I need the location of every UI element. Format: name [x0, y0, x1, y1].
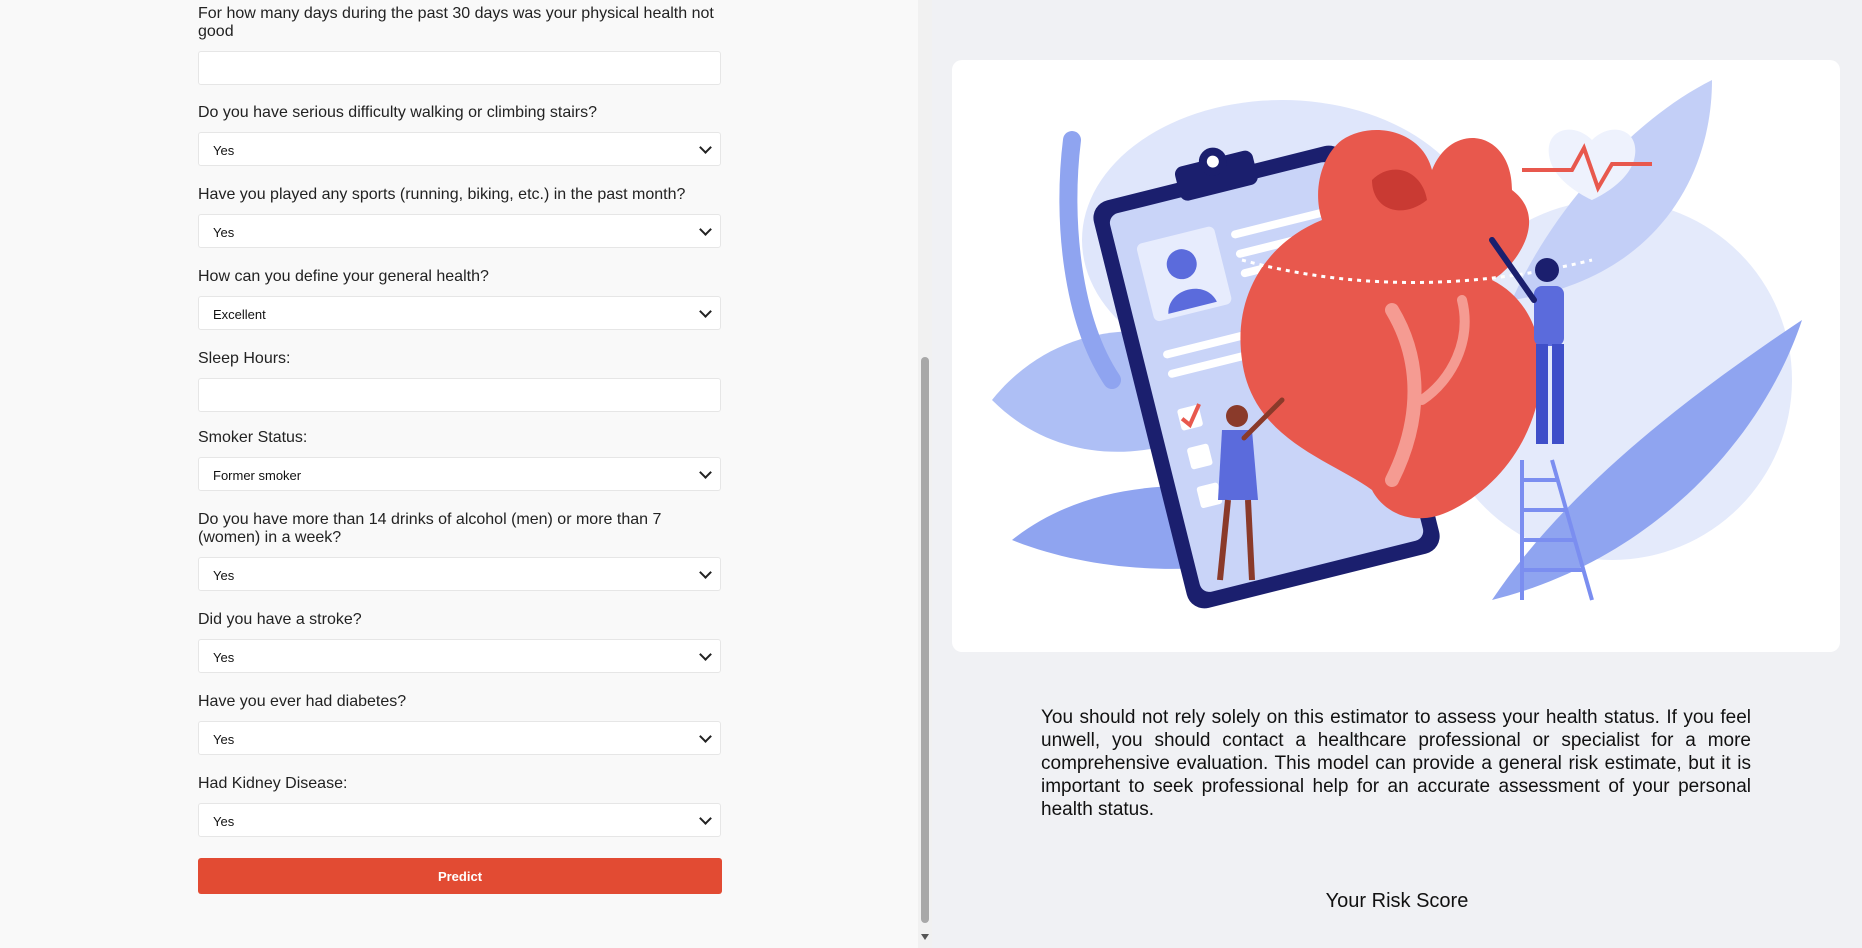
risk-score-title: Your Risk Score	[1325, 890, 1469, 912]
question-diabetes: Have you ever had diabetes?	[198, 693, 407, 710]
question-general-health: How can you define your general health?	[198, 268, 489, 285]
disclaimer-text: You should not rely solely on this estim…	[1041, 707, 1751, 820]
question-difficulty-walking: Do you have serious difficulty walking o…	[198, 104, 597, 121]
info-panel: You should not rely solely on this estim…	[932, 0, 1862, 948]
heart-health-illustration	[992, 80, 1802, 609]
predict-button[interactable]: Predict	[198, 858, 722, 894]
general-health-select[interactable]: Excellent	[198, 296, 721, 330]
question-smoker-status: Smoker Status:	[198, 429, 308, 446]
vertical-scrollbar[interactable]	[918, 0, 932, 948]
diabetes-select[interactable]: Yes	[198, 721, 721, 755]
question-kidney-disease: Had Kidney Disease:	[198, 775, 348, 792]
question-physical-health-days: For how many days during the past 30 day…	[198, 5, 714, 40]
difficulty-walking-select[interactable]: Yes	[198, 132, 721, 166]
kidney-disease-select[interactable]: Yes	[198, 803, 721, 837]
chevron-down-icon	[699, 730, 712, 743]
question-sports: Have you played any sports (running, bik…	[198, 186, 686, 203]
smoker-status-select[interactable]: Former smoker	[198, 457, 721, 491]
scroll-down-arrow-icon[interactable]	[921, 934, 929, 940]
chevron-down-icon	[699, 141, 712, 154]
alcohol-select[interactable]: Yes	[198, 557, 721, 591]
physical-health-days-input[interactable]	[198, 51, 721, 85]
sports-select[interactable]: Yes	[198, 214, 721, 248]
chevron-down-icon	[699, 566, 712, 579]
illustration-card	[952, 60, 1840, 652]
chevron-down-icon	[699, 466, 712, 479]
chevron-down-icon	[699, 812, 712, 825]
chevron-down-icon	[699, 223, 712, 236]
form-panel: For how many days during the past 30 day…	[0, 0, 918, 948]
question-stroke: Did you have a stroke?	[198, 611, 362, 628]
question-alcohol: Do you have more than 14 drinks of alcoh…	[198, 511, 662, 546]
chevron-down-icon	[699, 305, 712, 318]
sleep-hours-input[interactable]	[198, 378, 721, 412]
scrollbar-thumb[interactable]	[921, 357, 929, 923]
stroke-select[interactable]: Yes	[198, 639, 721, 673]
question-sleep-hours: Sleep Hours:	[198, 350, 291, 367]
chevron-down-icon	[699, 648, 712, 661]
